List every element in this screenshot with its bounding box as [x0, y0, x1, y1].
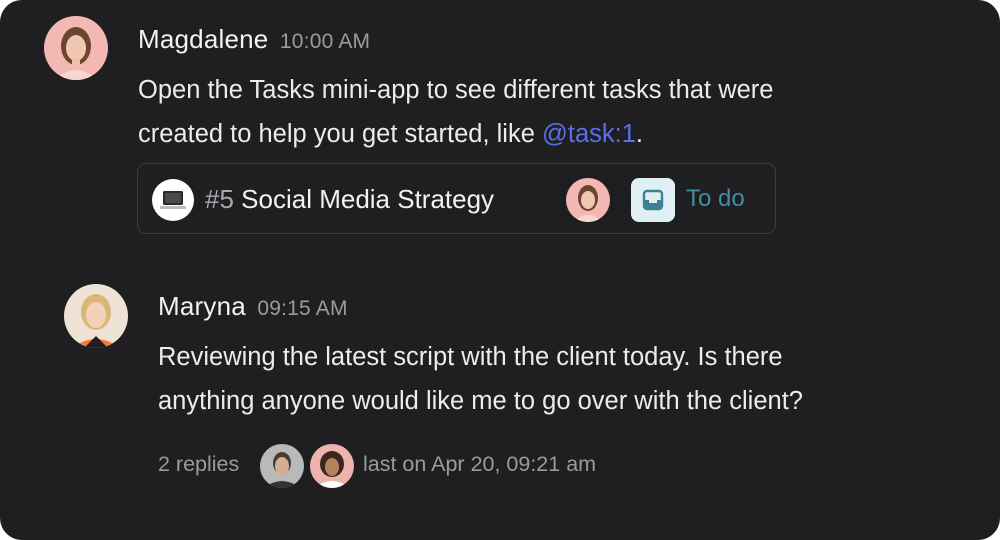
replier-avatar[interactable] [310, 444, 354, 488]
task-mention-link[interactable]: @task:1 [542, 120, 636, 148]
magdalene-avatar[interactable] [44, 16, 108, 80]
replier-avatar[interactable] [260, 444, 304, 488]
replies-count-link[interactable]: 2 replies [158, 452, 239, 477]
message-text: . [635, 120, 644, 148]
message-line: created to help you get started, like @t… [138, 112, 773, 156]
author-name[interactable]: Maryna [158, 291, 246, 321]
task-status[interactable]: To do [686, 185, 745, 213]
message-line: Open the Tasks mini-app to see different… [138, 76, 774, 104]
chat-panel: Magdalene 10:00 AM Open the Tasks mini-a… [0, 0, 1000, 540]
message-body: Open the Tasks mini-app to see different… [138, 68, 773, 156]
message-author[interactable]: Maryna 09:15 AM [158, 291, 348, 322]
assignee-avatar[interactable] [566, 178, 610, 222]
message-line: Reviewing the latest script with the cli… [158, 343, 783, 371]
message-author[interactable]: Magdalene 10:00 AM [138, 24, 370, 55]
task-name[interactable]: Social Media Strategy [241, 184, 494, 214]
message-text: created to help you get started, like [138, 120, 542, 148]
task-title[interactable]: #5 Social Media Strategy [205, 184, 494, 215]
message-time: 09:15 AM [257, 297, 348, 320]
task-number: #5 [205, 184, 234, 214]
author-name[interactable]: Magdalene [138, 24, 268, 54]
laptop-icon [152, 179, 194, 221]
maryna-avatar[interactable] [64, 284, 128, 348]
task-card[interactable]: #5 Social Media Strategy To do [137, 163, 776, 234]
inbox-tray-icon [631, 178, 675, 222]
message-line: anything anyone would like me to go over… [158, 387, 803, 415]
message-body: Reviewing the latest script with the cli… [158, 335, 803, 423]
message-time: 10:00 AM [279, 30, 371, 53]
last-reply-time: last on Apr 20, 09:21 am [363, 452, 597, 476]
